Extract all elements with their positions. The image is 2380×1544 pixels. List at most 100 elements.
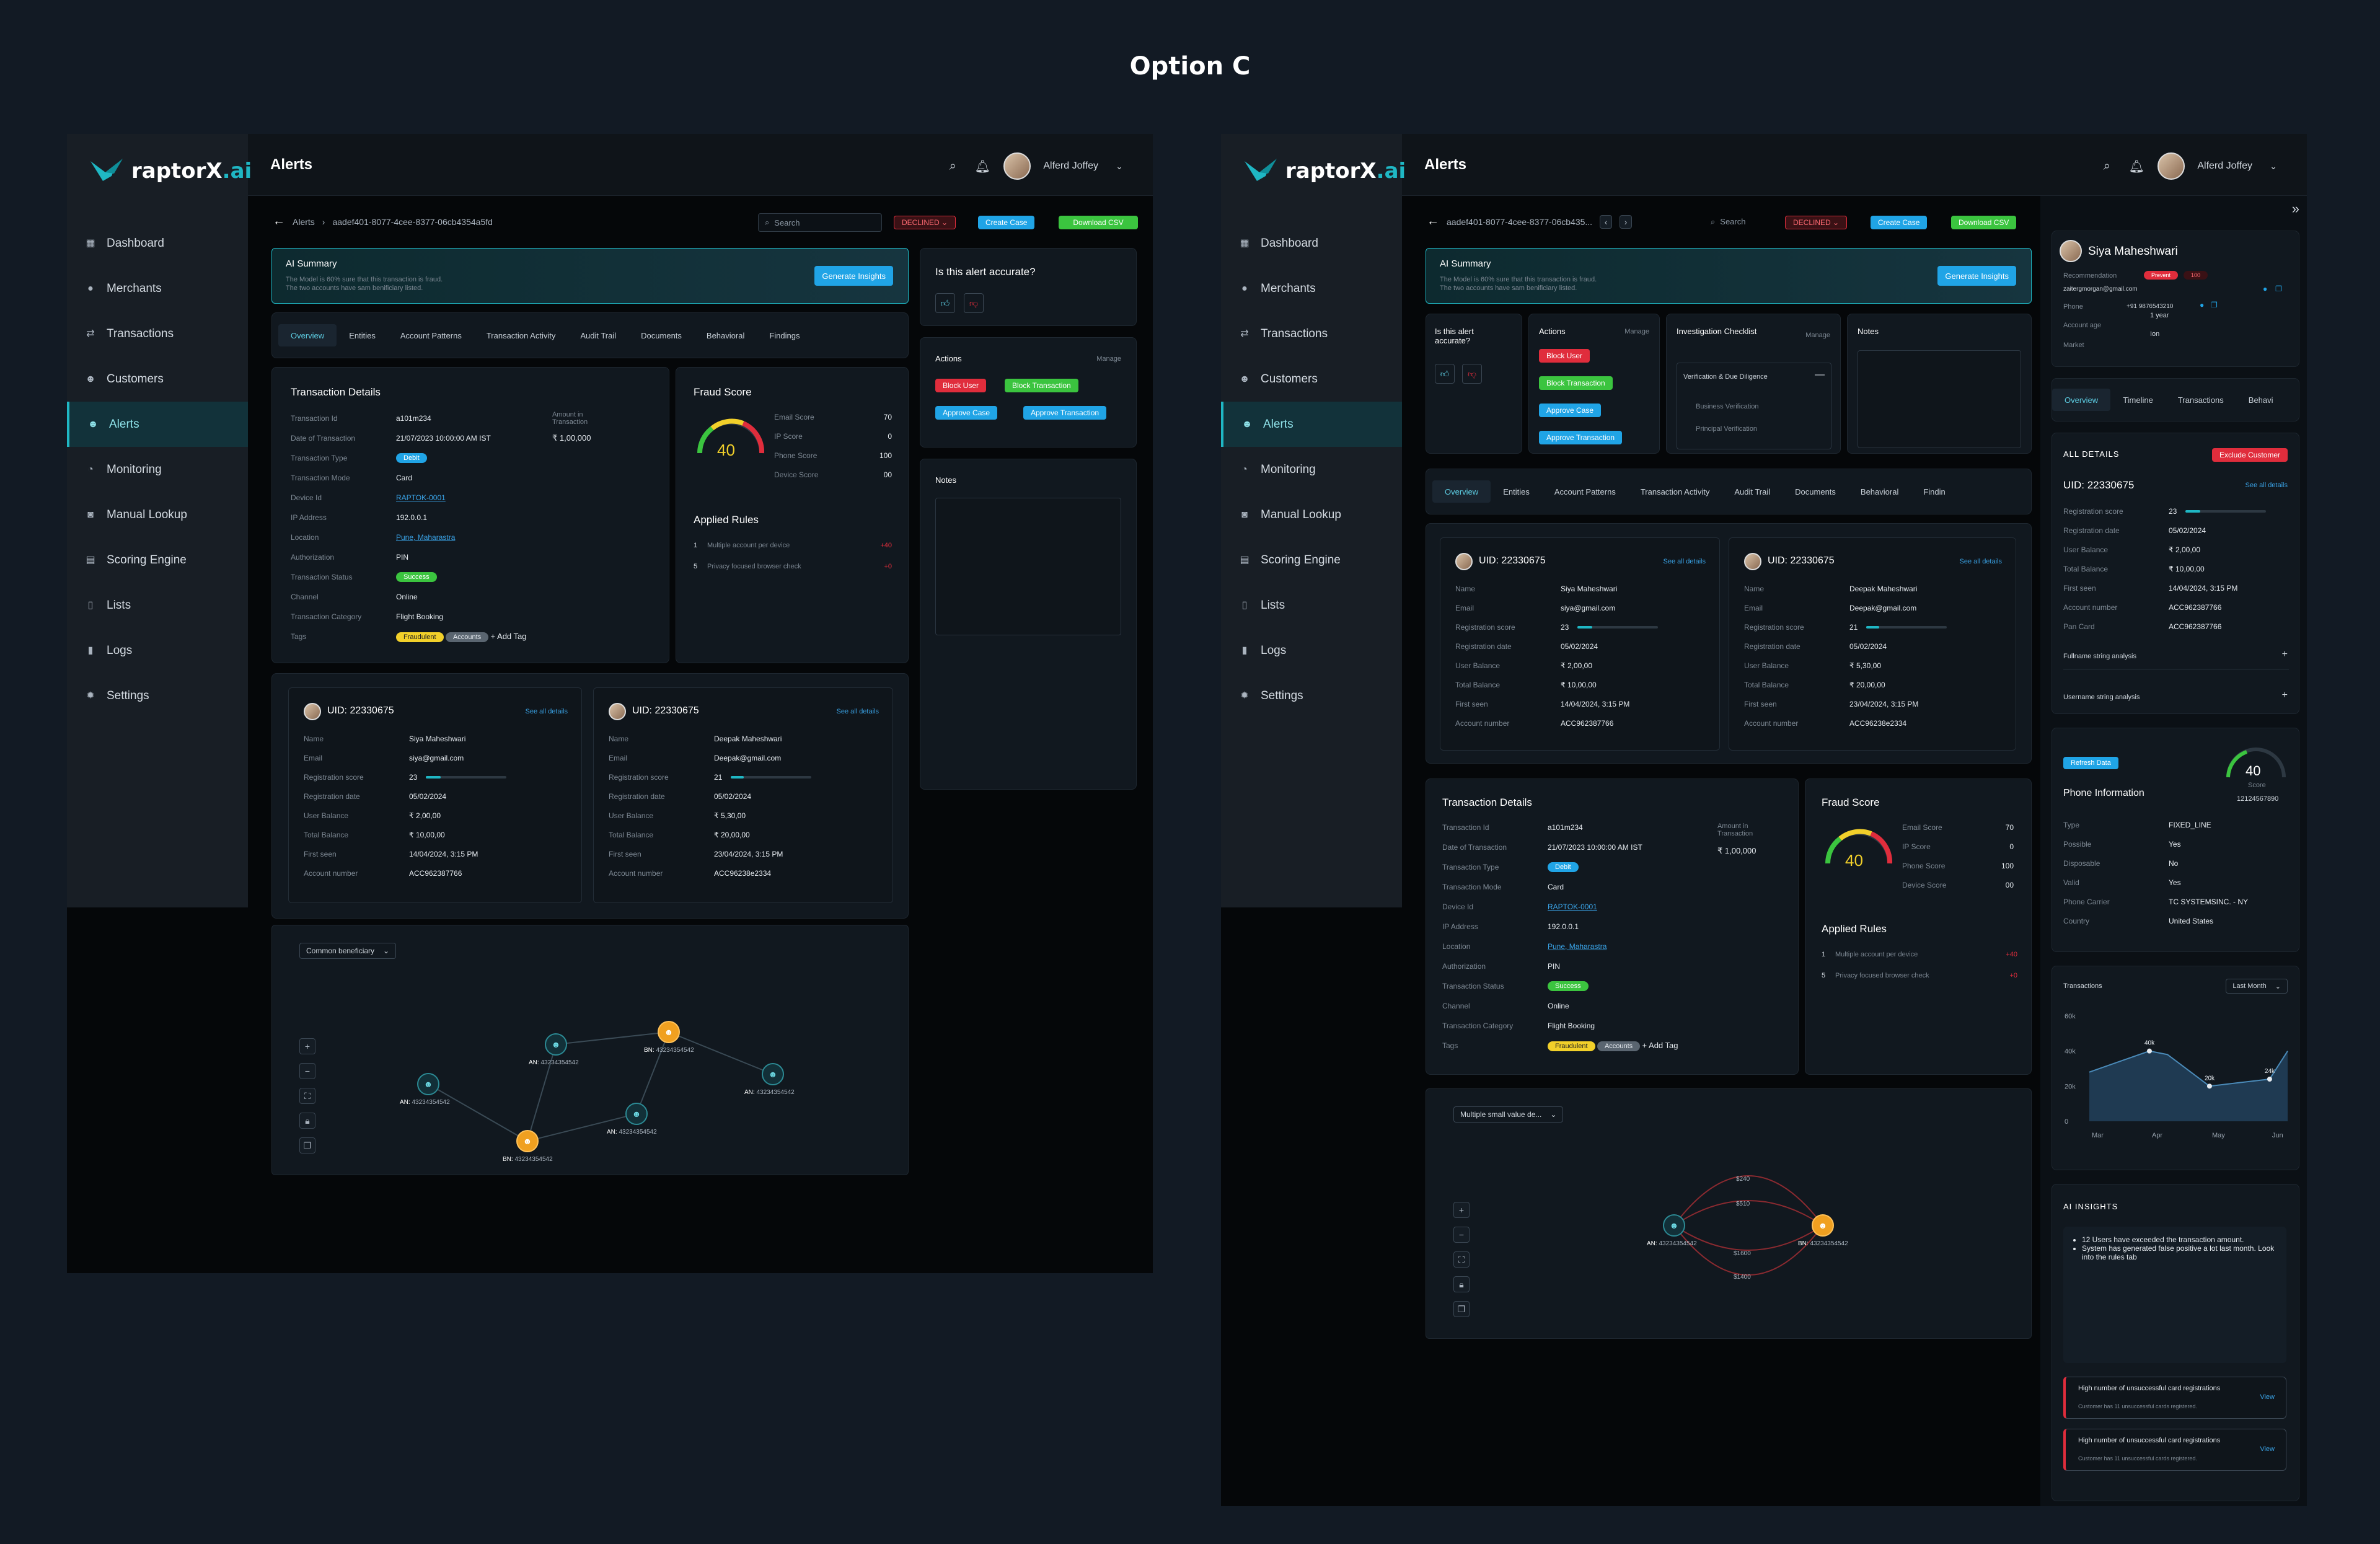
sidebar-item-scoring-engine[interactable]: ▤ Scoring Engine [1221,537,1402,583]
sidebar-item-merchants[interactable]: ● Merchants [1221,266,1402,311]
graph-node[interactable]: ☻ [1812,1214,1834,1237]
graph-node[interactable]: ☻ [762,1063,784,1085]
tab-transaction-activity[interactable]: Transaction Activity [474,331,568,340]
block-user-button[interactable]: Block User [1539,349,1590,363]
sidebar-item-settings[interactable]: ✹ Settings [1221,673,1402,718]
tab-overview[interactable]: Overview [278,324,337,346]
manage-link[interactable]: Manage [1096,355,1121,363]
bell-icon[interactable]: 🔔︎ [2128,157,2145,175]
range-select[interactable]: Last Month ⌄ [2226,979,2288,994]
see-all-details-link[interactable]: See all details [1664,558,1706,565]
txn-link[interactable]: Pune, Maharastra [396,533,455,542]
search-icon[interactable]: ⌕ [2098,157,2115,175]
sidebar-item-customers[interactable]: ☻ Customers [1221,356,1402,402]
sidebar-item-transactions[interactable]: ⇄ Transactions [67,311,248,356]
sidebar-item-manual-lookup[interactable]: ◙ Manual Lookup [67,492,248,537]
tab-documents[interactable]: Documents [1783,487,1848,496]
block-transaction-button[interactable]: Block Transaction [1005,379,1078,392]
txn-link[interactable]: RAPTOK-0001 [396,493,446,502]
sidebar-item-scoring-engine[interactable]: ▤ Scoring Engine [67,537,248,583]
sidebar-item-dashboard[interactable]: ▦ Dashboard [67,221,248,266]
tab-behavioral[interactable]: Behavioral [694,331,757,340]
graph-node[interactable]: ☻ [658,1021,680,1043]
sidebar-item-alerts[interactable]: ☻ Alerts [67,402,248,447]
generate-insights-button[interactable]: Generate Insights [1937,266,2016,286]
tab-entities[interactable]: Entities [1491,487,1542,496]
sidebar-item-lists[interactable]: ▯ Lists [1221,583,1402,628]
see-all-details-link[interactable]: See all details [1960,558,2003,565]
graph-node[interactable]: ☻ [545,1033,567,1056]
graph-node[interactable]: ☻ [417,1073,439,1095]
sidebar-item-lists[interactable]: ▯ Lists [67,583,248,628]
collapse-panel-icon[interactable]: » [2292,201,2299,217]
sidebar-item-logs[interactable]: ▮ Logs [67,628,248,673]
approve-case-button[interactable]: Approve Case [1539,404,1602,417]
see-all-details-link[interactable]: See all details [2246,482,2288,489]
download-csv-button[interactable]: Download CSV [1059,216,1138,229]
tab-entities[interactable]: Entities [337,331,388,340]
thumbs-up-icon[interactable]: 👍︎ [1435,364,1455,384]
view-link[interactable]: View [2260,1445,2275,1453]
sidebar-item-dashboard[interactable]: ▦ Dashboard [1221,221,1402,266]
tab-audit-trail[interactable]: Audit Trail [568,331,628,340]
approve-transaction-button[interactable]: Approve Transaction [1023,406,1107,420]
tab-transaction-activity[interactable]: Transaction Activity [1628,487,1722,496]
sidebar-item-customers[interactable]: ☻ Customers [67,356,248,402]
exclude-customer-button[interactable]: Exclude Customer [2211,448,2288,462]
create-case-button[interactable]: Create Case [1871,216,1928,229]
add-tag-button[interactable]: + Add Tag [1642,1041,1678,1050]
sidebar-item-settings[interactable]: ✹ Settings [67,673,248,718]
status-badge[interactable]: DECLINED ⌄ [1785,216,1848,229]
thumbs-down-icon[interactable]: 👎︎ [1462,364,1482,384]
expand-icon[interactable]: + [2282,690,2288,701]
sidebar-item-alerts[interactable]: ☻ Alerts [1221,402,1402,447]
view-link[interactable]: View [2260,1393,2275,1401]
generate-insights-button[interactable]: Generate Insights [814,266,893,286]
tab-account-patterns[interactable]: Account Patterns [1542,487,1628,496]
sidebar-item-logs[interactable]: ▮ Logs [1221,628,1402,673]
user-name[interactable]: Alferd Joffey [2197,161,2252,172]
create-case-button[interactable]: Create Case [978,216,1035,229]
approve-case-button[interactable]: Approve Case [935,406,998,420]
avatar[interactable] [1003,152,1031,180]
approve-transaction-button[interactable]: Approve Transaction [1539,431,1623,444]
back-arrow-icon[interactable]: ← [1427,214,1439,229]
graph-node[interactable]: ☻ [516,1130,539,1152]
tab-audit-trail[interactable]: Audit Trail [1722,487,1783,496]
notes-textarea[interactable] [935,498,1121,635]
sidebar-item-transactions[interactable]: ⇄ Transactions [1221,311,1402,356]
sidebar-item-merchants[interactable]: ● Merchants [67,266,248,311]
add-tag-button[interactable]: + Add Tag [491,632,527,641]
copy-icon[interactable]: ❐ [2211,301,2218,309]
see-all-details-link[interactable]: See all details [837,708,879,715]
sidebar-item-monitoring[interactable]: ◔ Monitoring [1221,447,1402,492]
thumbs-down-icon[interactable]: 👎︎ [964,293,984,313]
graph-node[interactable]: ☻ [625,1103,648,1125]
notes-textarea[interactable] [1858,350,2021,448]
tab-transactions[interactable]: Transactions [2166,395,2236,405]
sidebar-item-monitoring[interactable]: ◔ Monitoring [67,447,248,492]
refresh-data-button[interactable]: Refresh Data [2063,757,2118,769]
txn-link[interactable]: Pune, Maharastra [1548,942,1606,951]
tab-behavi[interactable]: Behavi [2236,395,2286,405]
search-icon[interactable]: ⌕ [944,157,961,175]
tab-behavioral[interactable]: Behavioral [1848,487,1911,496]
tab-account-patterns[interactable]: Account Patterns [388,331,474,340]
sidebar-item-manual-lookup[interactable]: ◙ Manual Lookup [1221,492,1402,537]
tab-timeline[interactable]: Timeline [2110,395,2166,405]
tab-documents[interactable]: Documents [628,331,694,340]
chevron-down-icon[interactable]: ⌄ [1111,157,1128,175]
status-badge[interactable]: DECLINED ⌄ [894,216,956,229]
txn-link[interactable]: RAPTOK-0001 [1548,902,1597,911]
block-user-button[interactable]: Block User [935,379,987,392]
thumbs-up-icon[interactable]: 👍︎ [935,293,955,313]
search-input[interactable]: ⌕ Search [1711,217,1745,227]
download-csv-button[interactable]: Download CSV [1951,216,2017,229]
tab-overview[interactable]: Overview [1432,480,1491,503]
prev-alert-button[interactable]: ‹ [1600,214,1613,229]
block-transaction-button[interactable]: Block Transaction [1539,376,1613,390]
tab-findin[interactable]: Findin [1911,487,1957,496]
tab-overview[interactable]: Overview [2052,389,2111,411]
avatar[interactable] [2157,152,2185,180]
user-name[interactable]: Alferd Joffey [1043,161,1098,172]
